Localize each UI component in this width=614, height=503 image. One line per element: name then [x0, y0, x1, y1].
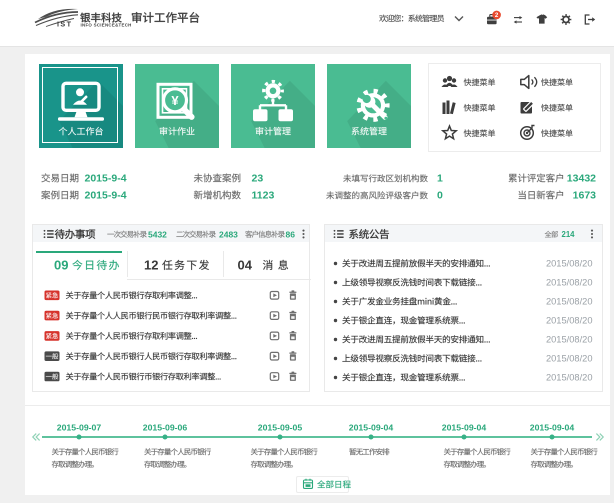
svg-text:2015/08/20: 2015/08/20	[546, 259, 593, 269]
svg-text:2015/08/20: 2015/08/20	[546, 297, 593, 307]
svg-text:2015/08/20: 2015/08/20	[546, 335, 593, 345]
svg-text:2: 2	[495, 12, 499, 19]
svg-text:2015-09-07: 2015-09-07	[57, 423, 102, 433]
svg-text:2483: 2483	[219, 230, 238, 240]
svg-text:1673: 1673	[573, 190, 597, 202]
svg-text:2015/08/20: 2015/08/20	[546, 316, 593, 326]
svg-text:86: 86	[286, 230, 296, 240]
svg-text:214: 214	[562, 230, 576, 239]
svg-text:¥: ¥	[171, 93, 179, 108]
svg-text:12: 12	[144, 258, 158, 273]
svg-text:2015/08/20: 2015/08/20	[546, 354, 593, 364]
svg-text:23: 23	[252, 173, 264, 185]
svg-text:1123: 1123	[252, 190, 275, 202]
svg-text:2015/08/20: 2015/08/20	[546, 373, 593, 383]
svg-text:0: 0	[437, 190, 443, 202]
svg-text:INFO SCIENCE&TECH: INFO SCIENCE&TECH	[81, 23, 132, 28]
svg-text:2015-09-05: 2015-09-05	[258, 423, 303, 433]
svg-text:1: 1	[437, 173, 443, 185]
svg-text:2015-9-4: 2015-9-4	[85, 190, 127, 202]
svg-text:13432: 13432	[567, 173, 596, 185]
svg-text:2015-09-04: 2015-09-04	[442, 423, 487, 433]
svg-text:IST: IST	[57, 20, 72, 29]
svg-text:2015-09-06: 2015-09-06	[143, 423, 188, 433]
svg-text:2015/08/20: 2015/08/20	[546, 278, 593, 288]
svg-text:2015-09-04: 2015-09-04	[530, 423, 575, 433]
svg-text:2015-9-4: 2015-9-4	[85, 173, 127, 185]
svg-text:5432: 5432	[148, 230, 167, 240]
svg-text:04: 04	[238, 258, 253, 273]
svg-text:2015-09-04: 2015-09-04	[349, 423, 394, 433]
svg-text:09: 09	[54, 258, 68, 273]
